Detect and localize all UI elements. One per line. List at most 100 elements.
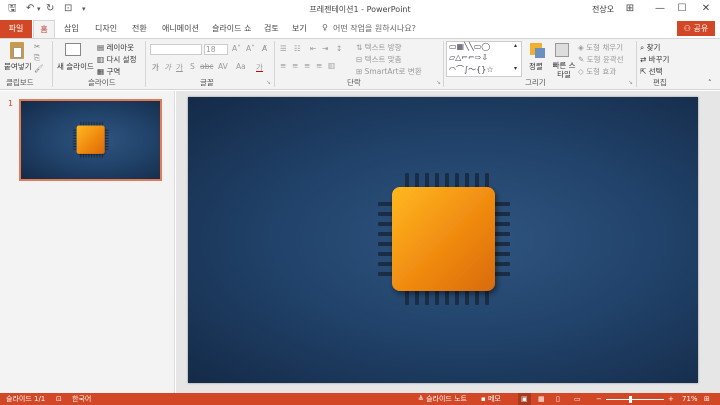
ribbon-display-options-icon[interactable]: ⊞ bbox=[620, 2, 640, 16]
spellcheck-icon[interactable]: ⊡ bbox=[56, 393, 62, 405]
shapes-row-1[interactable]: ▭▦╲╲▭◯ bbox=[449, 42, 490, 51]
cpu-chip-icon[interactable] bbox=[188, 97, 698, 383]
shapes-row-2[interactable]: ▱△⌐⌐⇨⇩ bbox=[449, 53, 488, 62]
title-bar: 🖫 ↶ ▾ ↻ ⊡ ▾ 프레젠테이션1 - PowerPoint 전상오 ⊞ —… bbox=[0, 0, 720, 20]
bold-button[interactable]: 가 bbox=[152, 62, 159, 73]
clear-formatting-icon[interactable]: A̸ bbox=[262, 44, 267, 53]
group-editing-label: 편집 bbox=[653, 78, 667, 87]
character-spacing-button[interactable]: AV bbox=[218, 62, 228, 71]
reading-view-icon[interactable]: ▯ bbox=[556, 393, 560, 405]
close-button[interactable]: ✕ bbox=[696, 2, 716, 16]
font-size-dropdown[interactable]: 18 bbox=[204, 44, 228, 55]
tab-file[interactable]: 파일 bbox=[0, 20, 32, 38]
text-direction-button[interactable]: ⇅ 텍스트 방향 bbox=[356, 42, 402, 53]
shape-effects-label: 도형 효과 bbox=[586, 67, 617, 76]
section-button[interactable]: ▦ 구역 bbox=[97, 66, 120, 77]
normal-view-icon[interactable]: ▣ bbox=[518, 393, 531, 405]
align-text-button[interactable]: ⊟ 텍스트 맞춤 bbox=[356, 54, 402, 65]
select-button[interactable]: ⇱ 선택 bbox=[640, 66, 662, 77]
zoom-level[interactable]: 71% bbox=[682, 393, 698, 405]
language-indicator[interactable]: 한국어 bbox=[72, 393, 91, 405]
bullets-icon[interactable]: ☰ bbox=[280, 44, 287, 53]
restore-button[interactable]: ☐ bbox=[672, 2, 692, 16]
shape-outline-button[interactable]: ✎ 도형 윤곽선 bbox=[578, 54, 624, 65]
layout-button[interactable]: ▤ 레이아웃 bbox=[97, 42, 134, 53]
ribbon: 붙여넣기 ✂ ⎘ 🖌 클립보드 새 슬라이드 ▤ 레이아웃 ▥ 다시 설정 ▦ … bbox=[0, 38, 720, 90]
collapse-ribbon-icon[interactable]: ˄ bbox=[708, 79, 712, 87]
arrange-button[interactable]: 정렬 bbox=[529, 61, 543, 72]
font-color-button[interactable]: 가 bbox=[256, 62, 263, 73]
group-drawing-label: 그리기 bbox=[525, 78, 546, 87]
new-slide-icon[interactable] bbox=[65, 43, 81, 56]
gallery-scroll-up-icon[interactable]: ▴ bbox=[514, 42, 517, 49]
paragraph-dialog-launcher-icon[interactable]: ↘ bbox=[436, 79, 441, 86]
slide-indicator: 슬라이드 1/1 bbox=[6, 395, 46, 403]
zoom-slider[interactable] bbox=[606, 399, 664, 400]
tab-design[interactable]: 디자인 bbox=[95, 23, 117, 34]
font-name-dropdown[interactable] bbox=[150, 44, 202, 55]
replace-button[interactable]: ⇄ 바꾸기 bbox=[640, 54, 669, 65]
tab-insert[interactable]: 삽입 bbox=[64, 23, 79, 34]
slide-sorter-icon[interactable]: ▦ bbox=[538, 393, 545, 405]
numbering-icon[interactable]: ☷ bbox=[294, 44, 301, 53]
indent-increase-icon[interactable]: ⇥ bbox=[322, 44, 328, 53]
tab-home[interactable]: 홈 bbox=[33, 20, 55, 39]
paste-page-icon bbox=[13, 47, 22, 58]
drawing-dialog-launcher-icon[interactable]: ↘ bbox=[628, 79, 633, 86]
align-right-icon[interactable]: ≡ bbox=[304, 61, 310, 70]
align-text-icon: ⊟ bbox=[356, 55, 365, 64]
justify-icon[interactable]: ≡ bbox=[316, 61, 322, 70]
shapes-row-3[interactable]: ◠⌒∫〜{}☆ bbox=[449, 64, 494, 75]
tab-slideshow[interactable]: 슬라이드 쇼 bbox=[212, 23, 251, 34]
fit-to-window-icon[interactable]: ⊞ bbox=[704, 393, 710, 405]
align-left-icon[interactable]: ≡ bbox=[280, 61, 286, 70]
strikethrough-button[interactable]: abc bbox=[200, 62, 213, 71]
columns-icon[interactable]: ▥ bbox=[328, 61, 335, 70]
comments-button[interactable]: ▪ 메모 bbox=[481, 393, 501, 405]
tab-animations[interactable]: 애니메이션 bbox=[162, 23, 199, 34]
share-button[interactable]: ⚇ 공유 bbox=[677, 21, 715, 36]
quick-styles-button[interactable]: 빠른 스타일 bbox=[551, 61, 577, 79]
quick-styles-icon[interactable] bbox=[555, 43, 569, 57]
tell-me-input[interactable]: 어떤 작업을 원하시나요? bbox=[333, 23, 416, 34]
increase-font-icon[interactable]: A˄ bbox=[232, 44, 241, 53]
zoom-out-icon[interactable]: − bbox=[596, 393, 602, 405]
zoom-slider-thumb[interactable] bbox=[629, 396, 632, 403]
find-button[interactable]: ⌕ 찾기 bbox=[640, 42, 660, 53]
slide-thumbnail[interactable] bbox=[19, 99, 162, 181]
tab-review[interactable]: 검토 bbox=[264, 23, 279, 34]
align-center-icon[interactable]: ≡ bbox=[292, 61, 298, 70]
decrease-font-icon[interactable]: A˅ bbox=[246, 44, 255, 53]
shape-fill-button[interactable]: ◈ 도형 채우기 bbox=[578, 42, 623, 53]
shadow-button[interactable]: S bbox=[190, 62, 195, 71]
effects-icon: ◇ bbox=[578, 67, 587, 76]
new-slide-button[interactable]: 새 슬라이드 bbox=[57, 61, 94, 72]
separator bbox=[636, 41, 637, 87]
gallery-more-icon[interactable]: ▾ bbox=[514, 65, 517, 72]
zoom-in-icon[interactable]: + bbox=[668, 393, 674, 405]
minimize-button[interactable]: — bbox=[650, 2, 670, 16]
tab-view[interactable]: 보기 bbox=[292, 23, 307, 34]
italic-button[interactable]: 가 bbox=[164, 62, 171, 73]
format-painter-icon[interactable]: 🖌 bbox=[34, 64, 44, 73]
notes-button[interactable]: ≜ 슬라이드 노트 bbox=[418, 393, 467, 405]
indent-decrease-icon[interactable]: ⇤ bbox=[310, 44, 316, 53]
group-clipboard-label: 클립보드 bbox=[6, 78, 34, 87]
change-case-button[interactable]: Aa bbox=[236, 62, 246, 71]
cut-icon[interactable]: ✂ bbox=[34, 42, 40, 51]
lightbulb-icon: ♀ bbox=[322, 23, 328, 32]
line-spacing-icon[interactable]: ↕ bbox=[336, 44, 342, 53]
slide-canvas[interactable] bbox=[188, 97, 698, 383]
tab-transitions[interactable]: 전환 bbox=[132, 23, 147, 34]
font-dialog-launcher-icon[interactable]: ↘ bbox=[266, 79, 271, 86]
paste-button[interactable]: 붙여넣기 bbox=[4, 61, 32, 72]
user-name[interactable]: 전상오 bbox=[592, 4, 614, 15]
copy-icon[interactable]: ⎘ bbox=[34, 53, 40, 63]
slideshow-view-icon[interactable]: ▭ bbox=[574, 393, 581, 405]
shape-effects-button[interactable]: ◇ 도형 효과 bbox=[578, 66, 616, 77]
text-direction-icon: ⇅ bbox=[356, 43, 365, 52]
shapes-gallery[interactable]: ▭▦╲╲▭◯ ▱△⌐⌐⇨⇩ ◠⌒∫〜{}☆ bbox=[446, 41, 522, 77]
reset-button[interactable]: ▥ 다시 설정 bbox=[97, 54, 136, 65]
underline-button[interactable]: 가 bbox=[176, 62, 183, 73]
smartart-button[interactable]: ⊞ SmartArt로 변환 bbox=[356, 66, 422, 77]
